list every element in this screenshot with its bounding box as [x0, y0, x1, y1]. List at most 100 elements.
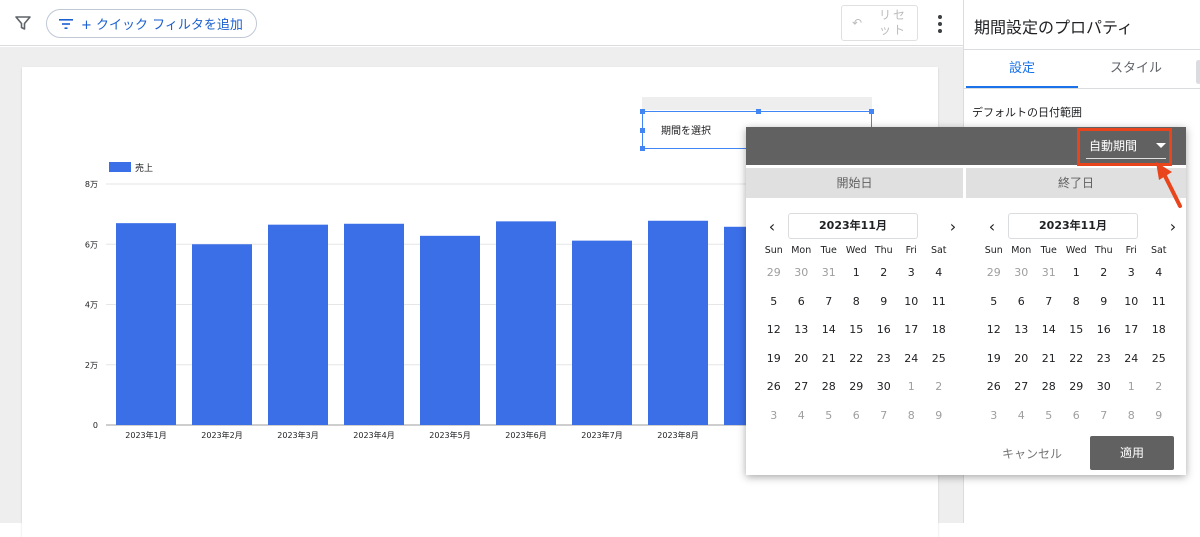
calendar-day[interactable]: 12: [760, 316, 788, 345]
calendar-day[interactable]: 21: [815, 345, 843, 374]
calendar-day[interactable]: 16: [1090, 316, 1118, 345]
apply-button[interactable]: 適用: [1090, 436, 1174, 470]
calendar-day[interactable]: 29: [760, 259, 788, 288]
calendar-day[interactable]: 5: [815, 402, 843, 431]
calendar-day[interactable]: 1: [1063, 259, 1091, 288]
tab-style[interactable]: スタイル: [1080, 52, 1192, 88]
calendar-day[interactable]: 8: [843, 288, 871, 317]
calendar-day[interactable]: 29: [843, 373, 871, 402]
calendar-day[interactable]: 30: [1008, 259, 1036, 288]
more-vert-icon[interactable]: [936, 14, 944, 34]
prev-month-icon[interactable]: ‹: [764, 217, 780, 236]
calendar-day[interactable]: 4: [925, 259, 953, 288]
calendar-day[interactable]: 2: [870, 259, 898, 288]
calendar-day[interactable]: 6: [1063, 402, 1091, 431]
calendar-day[interactable]: 20: [788, 345, 816, 374]
next-month-icon[interactable]: ›: [1165, 217, 1181, 236]
calendar-day[interactable]: 13: [1008, 316, 1036, 345]
calendar-day[interactable]: 12: [980, 316, 1008, 345]
calendar-day[interactable]: 1: [1118, 373, 1146, 402]
month-selector[interactable]: 2023年11月: [788, 213, 918, 239]
calendar-day[interactable]: 5: [760, 288, 788, 317]
prev-month-icon[interactable]: ‹: [984, 217, 1000, 236]
calendar-day[interactable]: 31: [1035, 259, 1063, 288]
calendar-day[interactable]: 8: [1063, 288, 1091, 317]
calendar-day[interactable]: 11: [1145, 288, 1173, 317]
next-month-icon[interactable]: ›: [945, 217, 961, 236]
calendar-day[interactable]: 3: [760, 402, 788, 431]
calendar-day[interactable]: 5: [980, 288, 1008, 317]
calendar-day[interactable]: 29: [1063, 373, 1091, 402]
filter-icon[interactable]: [14, 14, 32, 32]
calendar-day[interactable]: 4: [1145, 259, 1173, 288]
calendar-day[interactable]: 14: [1035, 316, 1063, 345]
calendar-day[interactable]: 9: [870, 288, 898, 317]
calendar-day[interactable]: 27: [1008, 373, 1036, 402]
calendar-day[interactable]: 6: [1008, 288, 1036, 317]
calendar-day[interactable]: 19: [980, 345, 1008, 374]
calendar-day[interactable]: 7: [815, 288, 843, 317]
calendar-day[interactable]: 10: [1118, 288, 1146, 317]
calendar-day[interactable]: 16: [870, 316, 898, 345]
calendar-day[interactable]: 17: [898, 316, 926, 345]
calendar-day[interactable]: 23: [870, 345, 898, 374]
calendar-day[interactable]: 2: [1090, 259, 1118, 288]
calendar-day[interactable]: 1: [898, 373, 926, 402]
calendar-day[interactable]: 20: [1008, 345, 1036, 374]
calendar-day[interactable]: 9: [1090, 288, 1118, 317]
calendar-day[interactable]: 29: [980, 259, 1008, 288]
calendar-day[interactable]: 3: [898, 259, 926, 288]
calendar-day[interactable]: 1: [843, 259, 871, 288]
calendar-day[interactable]: 30: [788, 259, 816, 288]
calendar-day[interactable]: 11: [925, 288, 953, 317]
calendar-day[interactable]: 4: [1008, 402, 1036, 431]
calendar-day[interactable]: 26: [760, 373, 788, 402]
scrollbar[interactable]: [1196, 60, 1200, 84]
reset-button[interactable]: ↶ リセット: [841, 5, 918, 41]
calendar-day[interactable]: 15: [843, 316, 871, 345]
calendar-day[interactable]: 15: [1063, 316, 1091, 345]
cancel-button[interactable]: キャンセル: [1002, 445, 1062, 462]
calendar-day[interactable]: 7: [870, 402, 898, 431]
month-selector[interactable]: 2023年11月: [1008, 213, 1138, 239]
calendar-day[interactable]: 22: [843, 345, 871, 374]
calendar-day[interactable]: 6: [843, 402, 871, 431]
calendar-day[interactable]: 7: [1035, 288, 1063, 317]
calendar-day[interactable]: 18: [925, 316, 953, 345]
calendar-day[interactable]: 24: [898, 345, 926, 374]
calendar-day[interactable]: 26: [980, 373, 1008, 402]
calendar-day[interactable]: 4: [788, 402, 816, 431]
calendar-day[interactable]: 30: [870, 373, 898, 402]
calendar-day[interactable]: 10: [898, 288, 926, 317]
calendar-day[interactable]: 2: [1145, 373, 1173, 402]
calendar-day[interactable]: 22: [1063, 345, 1091, 374]
calendar-day[interactable]: 25: [925, 345, 953, 374]
calendar-day[interactable]: 6: [788, 288, 816, 317]
calendar-day[interactable]: 5: [1035, 402, 1063, 431]
weekday-label: Mon: [1011, 245, 1032, 256]
calendar-day[interactable]: 7: [1090, 402, 1118, 431]
calendar-day[interactable]: 31: [815, 259, 843, 288]
calendar-day[interactable]: 9: [1145, 402, 1173, 431]
calendar-day[interactable]: 14: [815, 316, 843, 345]
calendar-day[interactable]: 28: [1035, 373, 1063, 402]
calendar-day[interactable]: 3: [980, 402, 1008, 431]
calendar-day[interactable]: 23: [1090, 345, 1118, 374]
calendar-day[interactable]: 2: [925, 373, 953, 402]
tab-setup[interactable]: 設定: [966, 52, 1078, 88]
calendar-day[interactable]: 27: [788, 373, 816, 402]
calendar-day[interactable]: 28: [815, 373, 843, 402]
calendar-day[interactable]: 8: [1118, 402, 1146, 431]
calendar-day[interactable]: 30: [1090, 373, 1118, 402]
calendar-day[interactable]: 18: [1145, 316, 1173, 345]
calendar-day[interactable]: 13: [788, 316, 816, 345]
calendar-day[interactable]: 19: [760, 345, 788, 374]
add-quick-filter-button[interactable]: + クイック フィルタを追加: [46, 9, 257, 38]
calendar-day[interactable]: 3: [1118, 259, 1146, 288]
calendar-day[interactable]: 21: [1035, 345, 1063, 374]
calendar-day[interactable]: 8: [898, 402, 926, 431]
calendar-day[interactable]: 17: [1118, 316, 1146, 345]
calendar-day[interactable]: 25: [1145, 345, 1173, 374]
calendar-day[interactable]: 9: [925, 402, 953, 431]
calendar-day[interactable]: 24: [1118, 345, 1146, 374]
